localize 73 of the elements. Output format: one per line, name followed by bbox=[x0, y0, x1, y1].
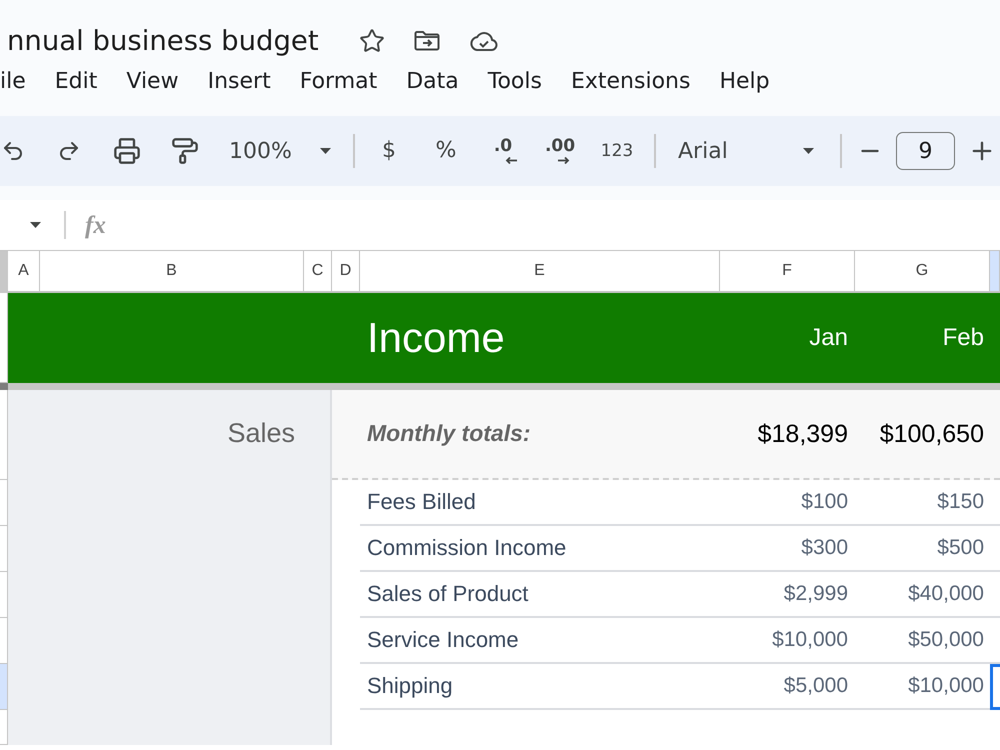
category-label: Sales of Product bbox=[367, 580, 528, 608]
row-header[interactable] bbox=[0, 710, 8, 745]
increase-decimal-button[interactable]: .00 bbox=[539, 131, 581, 171]
row-header[interactable] bbox=[0, 480, 8, 526]
print-icon[interactable] bbox=[113, 137, 141, 165]
month-label: Jan bbox=[809, 324, 848, 352]
row-header[interactable] bbox=[0, 664, 8, 710]
select-all-corner[interactable] bbox=[0, 251, 8, 293]
formula-label: fx bbox=[85, 212, 106, 238]
totals-label: Monthly totals: bbox=[367, 420, 531, 448]
font-dropdown[interactable]: Arial bbox=[670, 131, 820, 171]
column-header[interactable]: B bbox=[40, 251, 304, 293]
column-header[interactable]: G bbox=[855, 251, 990, 293]
amount-value: $50,000 bbox=[908, 627, 984, 653]
column-header[interactable]: F bbox=[720, 251, 855, 293]
amount-value: $5,000 bbox=[784, 673, 848, 699]
menu-item[interactable]: Extensions bbox=[570, 68, 690, 96]
amount-value: $10,000 bbox=[908, 673, 984, 699]
category-label: Service Income bbox=[367, 626, 519, 654]
freeze-bar[interactable] bbox=[8, 383, 1000, 390]
column-header[interactable]: A bbox=[8, 251, 40, 293]
section-label: Sales bbox=[227, 418, 295, 449]
font-size-field[interactable]: 9 bbox=[896, 132, 955, 170]
star-icon[interactable] bbox=[358, 28, 385, 54]
category-label: Commission Income bbox=[367, 534, 566, 562]
menu-item[interactable]: ile bbox=[0, 68, 26, 96]
amount-value: $10,000 bbox=[772, 627, 848, 653]
folder-arrow-icon[interactable] bbox=[412, 29, 441, 53]
format-button[interactable]: % bbox=[425, 131, 467, 171]
amount-value: $500 bbox=[937, 535, 984, 561]
document-title[interactable]: nnual business budget bbox=[7, 24, 319, 58]
total-amount: $100,650 bbox=[880, 419, 984, 449]
menu-item[interactable]: Edit bbox=[54, 68, 98, 96]
cloud-check-icon[interactable] bbox=[468, 29, 499, 53]
menu-item[interactable]: View bbox=[126, 68, 179, 96]
column-header[interactable]: D bbox=[332, 251, 360, 293]
freeze-handle[interactable] bbox=[0, 383, 8, 390]
amount-value: $100 bbox=[801, 489, 848, 515]
number-format-button[interactable]: 123 bbox=[596, 131, 638, 171]
column-header[interactable] bbox=[990, 251, 1000, 293]
menu-item[interactable]: Format bbox=[300, 68, 378, 96]
caret-icon bbox=[30, 222, 41, 228]
menu-item[interactable]: Help bbox=[719, 68, 770, 96]
section-title: Income bbox=[367, 314, 505, 362]
redo-icon[interactable] bbox=[57, 139, 81, 163]
amount-value: $150 bbox=[937, 489, 984, 515]
format-button[interactable]: $ bbox=[368, 131, 410, 171]
undo-icon[interactable] bbox=[1, 139, 25, 163]
row-header[interactable] bbox=[0, 526, 8, 572]
zoom-dropdown[interactable]: 100% bbox=[221, 131, 337, 171]
menu-item[interactable]: Insert bbox=[208, 68, 271, 96]
right-arrow-icon bbox=[556, 156, 570, 164]
category-label: Fees Billed bbox=[367, 488, 476, 516]
total-amount: $18,399 bbox=[758, 419, 848, 449]
row-header[interactable] bbox=[0, 572, 8, 618]
menu-item[interactable]: Data bbox=[406, 68, 459, 96]
active-cell[interactable] bbox=[990, 664, 1000, 710]
row-header[interactable] bbox=[0, 293, 8, 383]
month-label: Feb bbox=[942, 324, 984, 352]
decrease-decimal-button[interactable]: .0 bbox=[482, 131, 524, 171]
caret-icon bbox=[320, 148, 331, 154]
amount-value: $300 bbox=[801, 535, 848, 561]
paint-roller-icon[interactable] bbox=[171, 137, 199, 165]
column-header[interactable]: C bbox=[304, 251, 332, 293]
menu-item[interactable]: Tools bbox=[488, 68, 542, 96]
left-arrow-icon bbox=[504, 156, 518, 164]
caret-icon bbox=[803, 148, 814, 154]
row-header[interactable] bbox=[0, 390, 8, 480]
amount-value: $40,000 bbox=[908, 581, 984, 607]
column-header[interactable]: E bbox=[360, 251, 720, 293]
amount-value: $2,999 bbox=[784, 581, 848, 607]
row-header[interactable] bbox=[0, 618, 8, 664]
category-label: Shipping bbox=[367, 672, 453, 700]
